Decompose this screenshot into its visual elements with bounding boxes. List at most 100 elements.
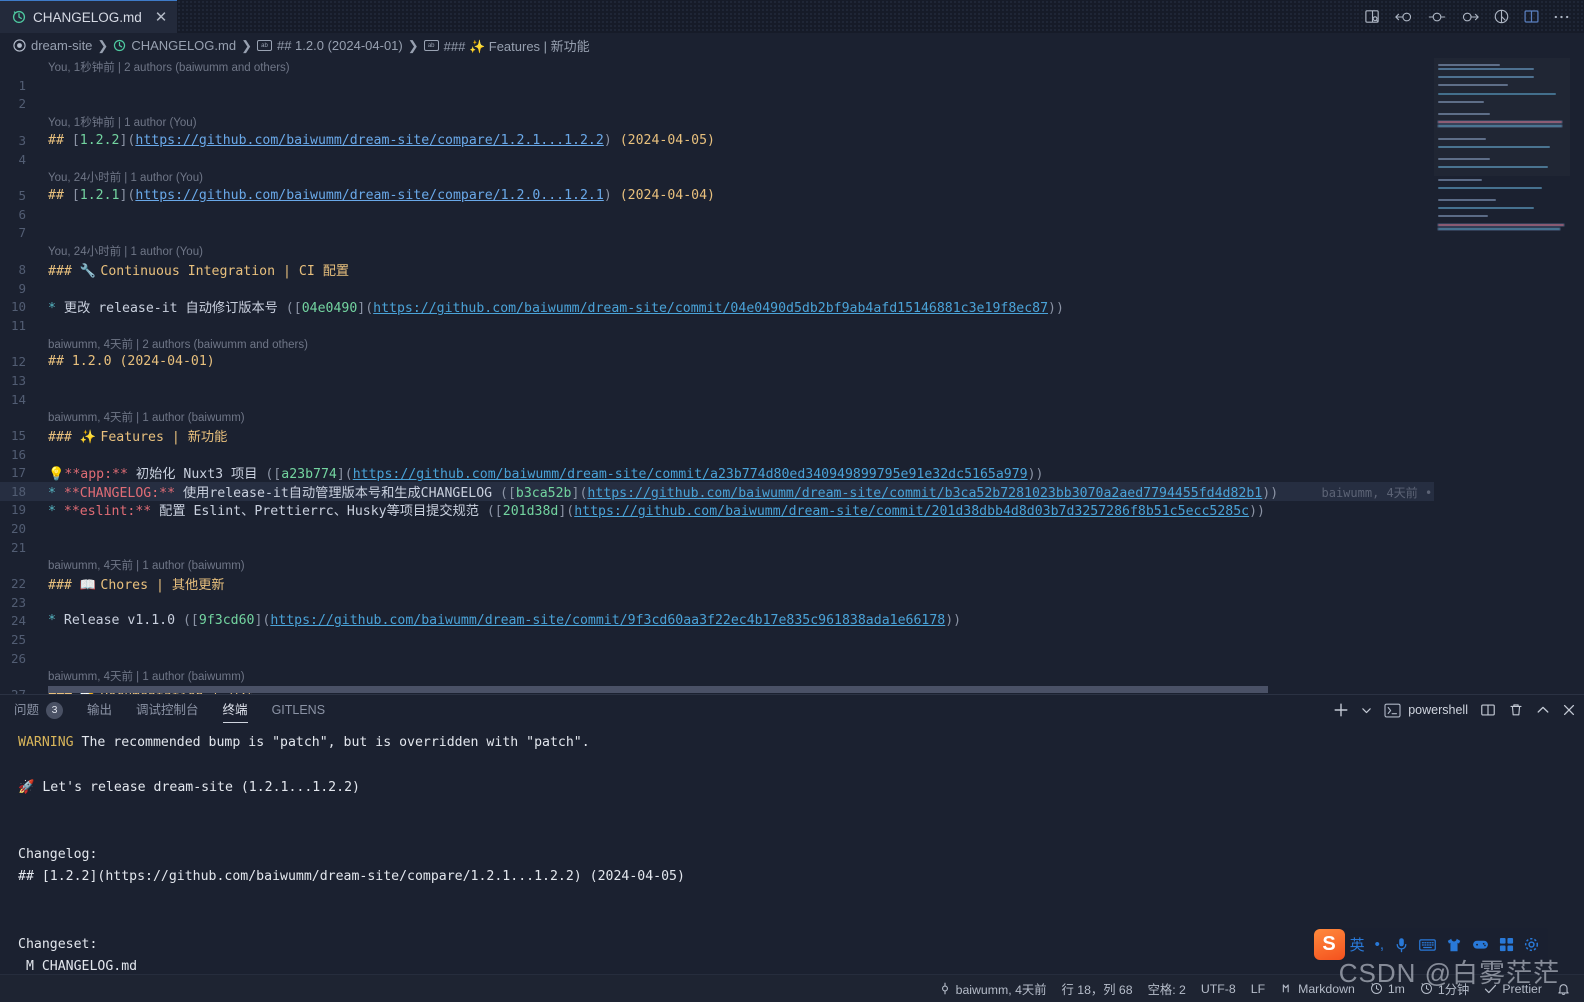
code-token: 9f3cd60 (198, 613, 255, 629)
status-item-prettier[interactable]: Prettier (1484, 982, 1542, 996)
status-item-eol[interactable]: LF (1251, 982, 1265, 996)
keyboard-icon[interactable] (1414, 938, 1441, 952)
minimap[interactable] (1434, 58, 1570, 694)
code-line: 11 (0, 316, 1434, 335)
code-token: )) (1249, 504, 1265, 520)
split-editor-icon[interactable] (1523, 8, 1540, 25)
history-clock-icon (12, 10, 26, 24)
status-item-timer-2[interactable]: 1分钟 (1420, 980, 1469, 998)
git-blame-annotation: You, 24小时前 | 1 author (You) (0, 242, 1434, 260)
compare-working-icon[interactable] (1427, 9, 1447, 25)
line-number: 12 (10, 354, 26, 370)
status-item-cursor-position[interactable]: 行 18，列 68 (1062, 980, 1133, 998)
status-item-timer-1[interactable]: 1m (1370, 982, 1405, 996)
status-item-language-mode[interactable]: Markdown (1280, 982, 1355, 996)
code-line: 7 (0, 224, 1434, 243)
line-content[interactable]: ### ✨ Features | 新功能 (48, 426, 227, 445)
terminal-line: Changelog: (18, 844, 1584, 866)
status-item-git-blame[interactable]: baiwumm, 4天前 (939, 980, 1047, 998)
tab-changelog-md[interactable]: CHANGELOG.md ✕ (0, 0, 178, 33)
compare-next-icon[interactable] (1460, 9, 1480, 25)
split-terminal-icon[interactable] (1480, 702, 1496, 718)
code-line: 25 (0, 630, 1434, 649)
line-content[interactable]: 💡**app:** 初始化 Nuxt3 项目 ([a23b774](https:… (48, 463, 1043, 482)
collapse-panel-icon[interactable] (1536, 703, 1550, 717)
status-item-label: LF (1250, 981, 1266, 996)
panel-tab-终端[interactable]: 终端 (222, 695, 248, 725)
panel-tab-调试控制台[interactable]: 调试控制台 (136, 695, 199, 725)
mic-icon[interactable] (1389, 937, 1414, 953)
editor-horizontal-scrollbar[interactable] (0, 685, 1434, 694)
code-token: 配置 Eslint、Prettierrc、Husky等项目提交规范 (151, 504, 487, 520)
history-clock-icon (1370, 982, 1383, 995)
line-content[interactable]: ## [1.2.2](https://github.com/baiwumm/dr… (48, 133, 715, 148)
breadcrumb-section[interactable]: ab ## 1.2.0 (2024-04-01) (256, 38, 403, 53)
compare-previous-icon[interactable] (1394, 9, 1414, 25)
blame-text: You, 24小时前 | 1 author (You) (48, 246, 203, 259)
code-line: 13 (0, 371, 1434, 390)
line-content[interactable]: ## 1.2.0 (2024-04-01) (48, 354, 215, 369)
code-token: )) (1048, 301, 1064, 317)
terminal-line: ## [1.2.2](https://github.com/baiwumm/dr… (18, 866, 1584, 888)
status-item-notifications[interactable] (1557, 982, 1570, 996)
toggle-blame-icon[interactable] (1493, 8, 1510, 25)
sogou-logo-icon[interactable]: S (1313, 929, 1345, 960)
commit-link[interactable]: https://github.com/baiwumm/dream-site/co… (587, 486, 1262, 501)
settings-icon[interactable] (1519, 937, 1544, 952)
new-terminal-icon[interactable] (1333, 702, 1349, 718)
vscode-window: CHANGELOG.md ✕ dream-site ❯ CHANGELOG.md… (0, 0, 1584, 1002)
panel-tab-GITLENS[interactable]: GITLENS (272, 695, 326, 725)
commit-link[interactable]: https://github.com/baiwumm/dream-site/co… (270, 613, 945, 628)
panel-tab-输出[interactable]: 输出 (87, 695, 112, 725)
apps-icon[interactable] (1494, 937, 1519, 952)
code-token: **eslint:** (63, 504, 152, 520)
ime-punctuation-icon[interactable]: •, (1370, 936, 1389, 953)
markdown-icon (1280, 982, 1293, 995)
line-number: 10 (10, 299, 26, 315)
status-item-indentation[interactable]: 空格: 2 (1148, 980, 1186, 998)
close-panel-icon[interactable] (1562, 703, 1576, 717)
line-content[interactable]: ### 📖 Chores | 其他更新 (48, 574, 225, 593)
commit-link[interactable]: https://github.com/baiwumm/dream-site/co… (135, 188, 603, 203)
game-icon[interactable] (1467, 938, 1494, 951)
commit-link[interactable]: https://github.com/baiwumm/dream-site/co… (135, 133, 603, 148)
more-actions-icon[interactable] (1553, 14, 1570, 20)
commit-link[interactable]: https://github.com/baiwumm/dream-site/co… (574, 504, 1249, 519)
line-content[interactable]: * **eslint:** 配置 Eslint、Prettierrc、Husky… (48, 500, 1265, 519)
code-line: 22 ### 📖 Chores | 其他更新 (0, 574, 1434, 593)
minimap-line (1438, 207, 1534, 210)
commit-link[interactable]: https://github.com/baiwumm/dream-site/co… (353, 467, 1028, 482)
code-token: ([ (182, 613, 199, 629)
minimap-slider[interactable] (1434, 58, 1570, 176)
code-token: 📖 (79, 578, 101, 594)
editor-lines[interactable]: You, 1秒钟前 | 2 authors (baiwumm and other… (0, 58, 1434, 694)
status-item-encoding[interactable]: UTF-8 (1201, 982, 1236, 996)
open-preview-to-side-icon[interactable] (1364, 8, 1381, 25)
breadcrumb-subsection[interactable]: ab ### ✨ Features | 新功能 (423, 36, 590, 55)
blame-text: baiwumm, 4天前 | 1 author (baiwumm) (48, 560, 245, 573)
skin-icon[interactable] (1441, 937, 1467, 953)
terminal-token: 🚀 (18, 779, 35, 795)
ime-mode-chinese[interactable]: 英 (1345, 934, 1370, 955)
line-content[interactable]: ## [1.2.1](https://github.com/baiwumm/dr… (48, 188, 715, 203)
line-content[interactable]: ### 🔧 Continuous Integration | CI 配置 (48, 260, 349, 279)
breadcrumb-file[interactable]: CHANGELOG.md (113, 38, 236, 53)
panel-tab-问题[interactable]: 问题 3 (14, 695, 64, 725)
line-content[interactable]: * Release v1.1.0 ([9f3cd60](https://gith… (48, 613, 961, 628)
breadcrumb-project[interactable]: dream-site (13, 38, 92, 53)
line-content[interactable]: * **CHANGELOG:** 使用release-it自动管理版本号和生成C… (48, 482, 1432, 501)
sogou-ime-toolbar[interactable]: S 英 •, (1313, 928, 1548, 961)
chevron-down-icon[interactable] (1361, 705, 1372, 716)
line-content[interactable]: * 更改 release-it 自动修订版本号 ([04e0490](https… (48, 297, 1064, 316)
editor-vertical-scrollbar[interactable] (1570, 58, 1584, 694)
terminal-tab-powershell[interactable]: powershell (1384, 703, 1468, 718)
inline-blame-annotation[interactable]: baiwumm, 4天前 • (1278, 486, 1433, 500)
minimap-line (1438, 178, 1482, 181)
close-icon[interactable]: ✕ (155, 10, 168, 25)
kill-terminal-icon[interactable] (1508, 702, 1524, 718)
code-token: 1.2.1 (79, 188, 120, 204)
commit-link[interactable]: https://github.com/baiwumm/dream-site/co… (373, 301, 1048, 316)
blame-text: baiwumm, 4天前 | 2 authors (baiwumm and ot… (48, 338, 308, 351)
code-editor[interactable]: You, 1秒钟前 | 2 authors (baiwumm and other… (0, 58, 1584, 694)
markdown-symbol-icon: ab (423, 40, 439, 51)
